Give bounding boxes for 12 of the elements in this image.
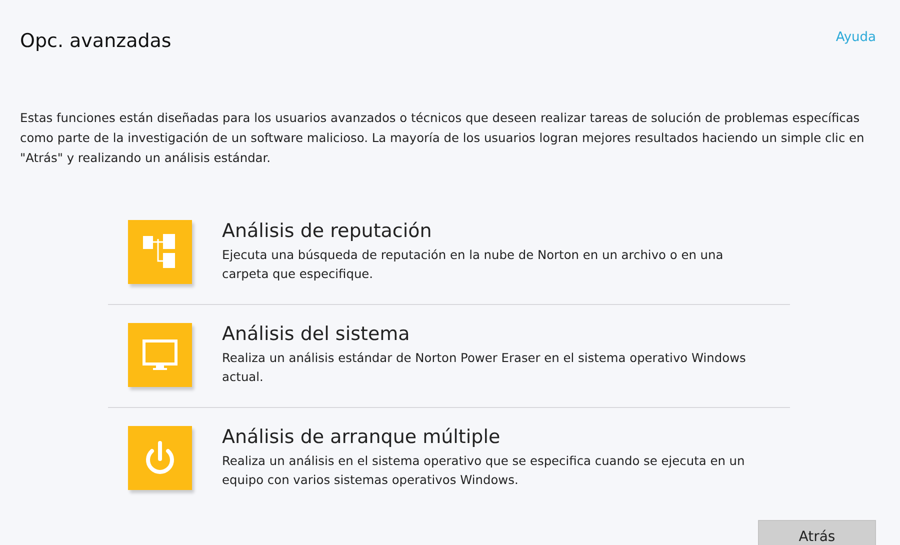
monitor-icon[interactable]: [128, 323, 192, 387]
description-text: Estas funciones están diseñadas para los usuarios avanzados o técnicos que deseen realizar tareas de solución de problemas específicas como parte de la investigación de un software malicioso. La mayoría de los usuarios logran mejores resultados haciendo un simple clic en "Atrás" y realizando un análisis estándar.: [20, 110, 866, 167]
option-title[interactable]: Análisis de arranque múltiple: [222, 426, 770, 448]
option-description: Ejecuta una búsqueda de reputación en la nube de Norton en un archivo o en una carpeta que especifique.: [222, 247, 724, 283]
option-title[interactable]: Análisis de reputación: [222, 220, 770, 242]
option-description: Realiza un análisis estándar de Norton Power Eraser en el sistema operativo Windows actual.: [222, 350, 747, 386]
option-description: Realiza un análisis en el sistema operativo que se especifica cuando se ejecuta en un equipo con varios sistemas operativos Windows.: [222, 453, 746, 489]
back-button[interactable]: Atrás: [758, 520, 876, 545]
power-icon[interactable]: [128, 426, 192, 490]
option-title[interactable]: Análisis del sistema: [222, 323, 770, 345]
page-title: Opc. avanzadas: [20, 30, 172, 52]
tree-icon[interactable]: [128, 220, 192, 284]
